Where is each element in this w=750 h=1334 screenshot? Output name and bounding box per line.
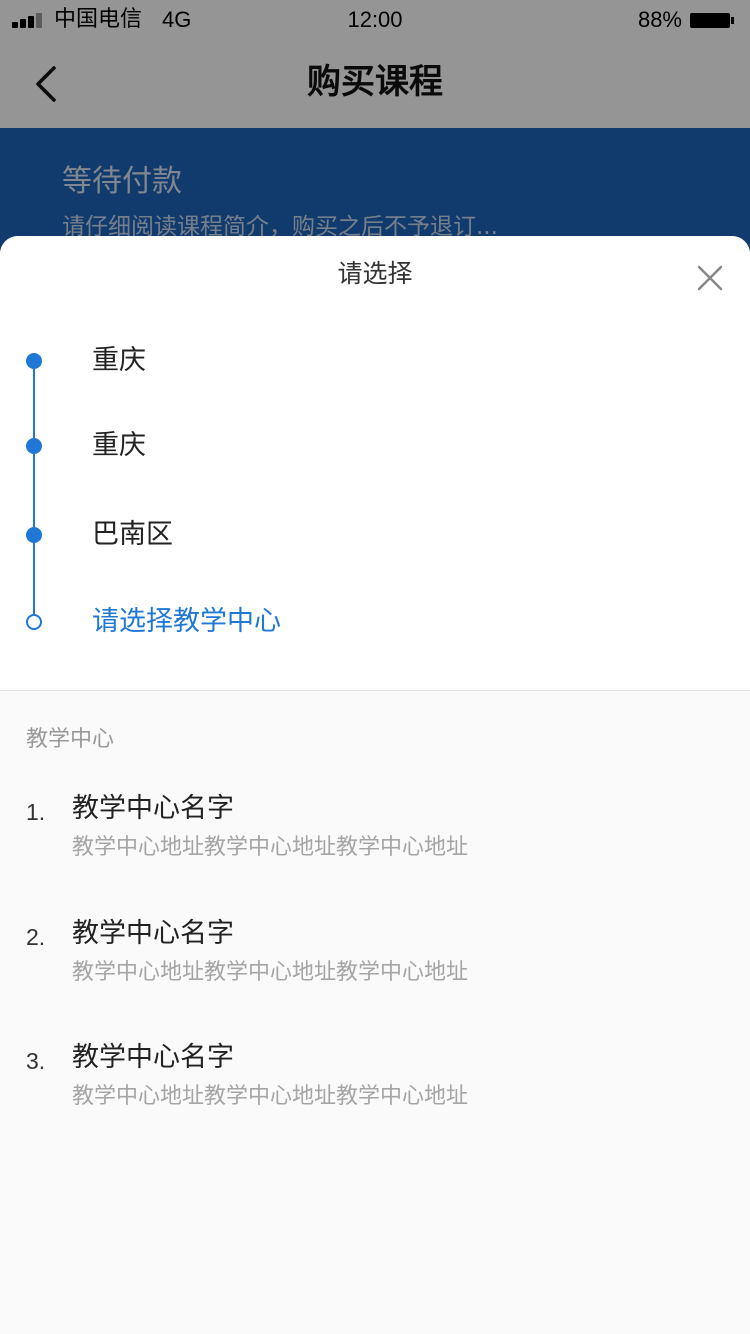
list-item[interactable]: 3. 教学中心名字 教学中心地址教学中心地址教学中心地址 — [0, 1030, 750, 1140]
step-teaching-center[interactable]: 请选择教学中心 — [0, 592, 750, 652]
section-label: 教学中心 — [26, 727, 115, 752]
list-index: 1. — [26, 799, 46, 825]
step-label: 重庆 — [92, 345, 146, 376]
step-dot-filled — [26, 438, 42, 454]
step-city[interactable]: 重庆 — [0, 416, 750, 476]
list-item[interactable]: 1. 教学中心名字 教学中心地址教学中心地址教学中心地址 — [0, 781, 750, 891]
step-label: 重庆 — [92, 430, 146, 461]
step-province[interactable]: 重庆 — [0, 331, 750, 391]
step-dot-hollow — [26, 614, 42, 630]
step-dot-filled — [26, 353, 42, 369]
selection-sheet: 请选择 重庆 重庆 巴南区 请选择教学中心 教学中心 1. 教学中心名字 教学中… — [0, 236, 750, 1334]
center-address: 教学中心地址教学中心地址教学中心地址 — [72, 960, 469, 985]
center-address: 教学中心地址教学中心地址教学中心地址 — [72, 835, 469, 860]
list-index: 2. — [26, 924, 46, 950]
step-label: 巴南区 — [92, 519, 173, 550]
center-name: 教学中心名字 — [72, 918, 234, 949]
region-steps: 重庆 重庆 巴南区 请选择教学中心 — [0, 236, 750, 691]
list-index: 3. — [26, 1048, 46, 1074]
step-dot-filled — [26, 527, 42, 543]
center-name: 教学中心名字 — [72, 1042, 234, 1073]
center-name: 教学中心名字 — [72, 793, 234, 824]
list-item[interactable]: 2. 教学中心名字 教学中心地址教学中心地址教学中心地址 — [0, 906, 750, 1016]
step-district[interactable]: 巴南区 — [0, 505, 750, 565]
center-address: 教学中心地址教学中心地址教学中心地址 — [72, 1084, 469, 1109]
step-connector — [33, 362, 35, 623]
sheet-header: 请选择 重庆 重庆 巴南区 请选择教学中心 — [0, 236, 750, 691]
step-label-active: 请选择教学中心 — [92, 606, 281, 637]
